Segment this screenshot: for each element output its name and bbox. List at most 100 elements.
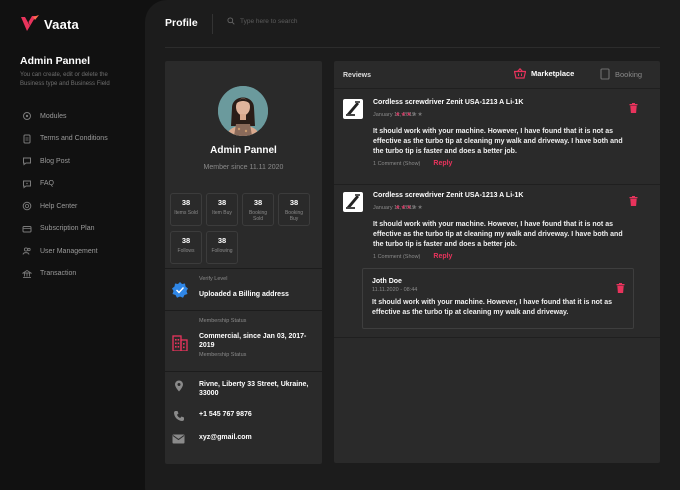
product-thumbnail[interactable] (343, 192, 363, 212)
star-icon: ★ (417, 205, 423, 211)
divider (165, 310, 322, 311)
tab-label: Marketplace (531, 69, 575, 78)
review-item: Cordless screwdriver Zenit USA-1213 A Li… (343, 192, 651, 272)
membership-status-sublabel: Membership Status (199, 352, 247, 358)
tab-marketplace[interactable]: Marketplace (514, 68, 574, 79)
building-icon (172, 335, 188, 351)
comment-count-link[interactable]: 1 Comment (Show) (373, 161, 420, 167)
review-meta: 1 Comment (Show) Reply (373, 160, 452, 167)
bookmark-icon (600, 68, 610, 80)
reviews-card: Reviews Marketplace Booking Cordless scr… (334, 61, 660, 463)
verify-level-value: Uploaded a Billing address (199, 291, 289, 298)
stat-booking-buy: 38 Booking Buy (278, 193, 310, 226)
avatar[interactable] (218, 86, 268, 136)
product-thumbnail[interactable] (343, 99, 363, 119)
basket-icon (514, 68, 526, 79)
divider (165, 268, 322, 269)
stat-value: 38 (181, 198, 191, 207)
comment-count-link[interactable]: 1 Comment (Show) (373, 254, 420, 260)
tab-booking[interactable]: Booking (600, 68, 642, 80)
reply-author: Joth Doe (372, 278, 402, 285)
reply-button[interactable]: Reply (433, 253, 452, 260)
topbar-divider (212, 14, 213, 34)
stat-value: 38 (253, 198, 263, 207)
tab-label: Booking (615, 69, 643, 79)
product-name[interactable]: Cordless screwdriver Zenit USA-1213 A Li… (373, 99, 523, 106)
reply-button[interactable]: Reply (433, 160, 452, 167)
card-icon (21, 223, 32, 234)
sidebar-item-blog-post[interactable]: Blog Post (21, 150, 108, 173)
sidebar: Vaata Admin Pannel You can create, edit … (0, 0, 145, 490)
stat-label: Following (211, 248, 233, 254)
app-name: Vaata (44, 16, 79, 32)
main-panel: Profile Admin Pannel Member since 11.11 … (145, 0, 680, 490)
divider (165, 371, 322, 372)
email-value[interactable]: xyz@gmail.com (199, 433, 252, 442)
chat-question-icon (21, 178, 32, 189)
sidebar-item-help-center[interactable]: Help Center (21, 195, 108, 218)
profile-name: Admin Pannel (210, 145, 277, 156)
sidebar-item-label: Transaction (40, 270, 77, 278)
search-icon (227, 17, 235, 25)
address-value: Rivne, Liberty 33 Street, Ukraine, 33000 (199, 381, 309, 397)
sidebar-item-faq[interactable]: FAQ (21, 173, 108, 196)
sidebar-item-user-management[interactable]: User Management (21, 240, 108, 263)
stat-label: Items Sold (174, 210, 198, 216)
stat-value: 38 (289, 198, 299, 207)
app-logo[interactable]: Vaata (20, 14, 79, 34)
member-since: Member since 11.11 2020 (203, 164, 284, 171)
sidebar-item-label: Modules (40, 112, 67, 120)
sidebar-item-subscription-plan[interactable]: Subscription Plan (21, 218, 108, 241)
phone-icon (174, 411, 184, 421)
mail-icon (172, 434, 185, 444)
stat-booking-sold: 38 Booking Sold (242, 193, 274, 226)
stat-item-buy: 38 Item Buy (206, 193, 238, 226)
phone-value[interactable]: +1 545 767 9876 (199, 410, 252, 419)
location-pin-icon (175, 380, 183, 392)
verified-badge-icon (172, 282, 188, 298)
rating-stars: ★★★★★ (395, 204, 423, 211)
users-icon (21, 246, 32, 257)
divider (334, 337, 660, 338)
reviews-title: Reviews (343, 72, 372, 79)
divider (334, 88, 660, 89)
review-text: It should work with your machine. Howeve… (373, 128, 623, 155)
stat-following: 38 Following (206, 231, 238, 264)
topbar: Profile (165, 0, 660, 48)
profile-card: Admin Pannel Member since 11.11 2020 38 … (165, 61, 322, 464)
star-icon: ★ (417, 112, 423, 118)
search-input[interactable] (240, 17, 380, 25)
stat-value: 38 (217, 198, 227, 207)
sidebar-item-terms[interactable]: Terms and Conditions (21, 128, 108, 151)
sidebar-item-label: FAQ (40, 180, 55, 188)
help-icon (21, 201, 32, 212)
logo-icon (21, 15, 39, 31)
stat-value: 38 (181, 236, 191, 245)
stat-label: Booking Buy (284, 210, 304, 222)
trash-icon[interactable] (629, 103, 638, 113)
verify-level-label: Verify Level (199, 276, 228, 282)
trash-icon[interactable] (629, 196, 638, 206)
sidebar-item-transaction[interactable]: Transaction (21, 263, 108, 286)
sidebar-nav: Modules Terms and Conditions Blog Post F… (21, 105, 108, 285)
review-item: Cordless screwdriver Zenit USA-1213 A Li… (343, 99, 651, 179)
sidebar-description: You can create, edit or delete the Busin… (20, 72, 110, 87)
sidebar-title: Admin Pannel (20, 55, 91, 67)
sidebar-item-label: User Management (40, 247, 98, 255)
stat-label: Booking Sold (248, 210, 268, 222)
document-icon (21, 133, 32, 144)
stat-follows: 38 Follows (170, 231, 202, 264)
bank-icon (21, 268, 32, 279)
divider (334, 184, 660, 185)
trash-icon[interactable] (616, 283, 625, 293)
reply-date: 11.11.2020 - 08:44 (372, 287, 418, 293)
sidebar-item-label: Blog Post (40, 157, 70, 165)
sidebar-item-modules[interactable]: Modules (21, 105, 108, 128)
stats-grid: 38 Items Sold 38 Item Buy 38 Booking Sol… (170, 193, 320, 269)
product-name[interactable]: Cordless screwdriver Zenit USA-1213 A Li… (373, 192, 523, 199)
review-text: It should work with your machine. Howeve… (373, 221, 623, 248)
chat-icon (21, 156, 32, 167)
sidebar-item-label: Help Center (40, 202, 78, 210)
gear-icon (21, 111, 32, 122)
reply-comment: Joth Doe 11.11.2020 - 08:44 It should wo… (362, 268, 634, 329)
